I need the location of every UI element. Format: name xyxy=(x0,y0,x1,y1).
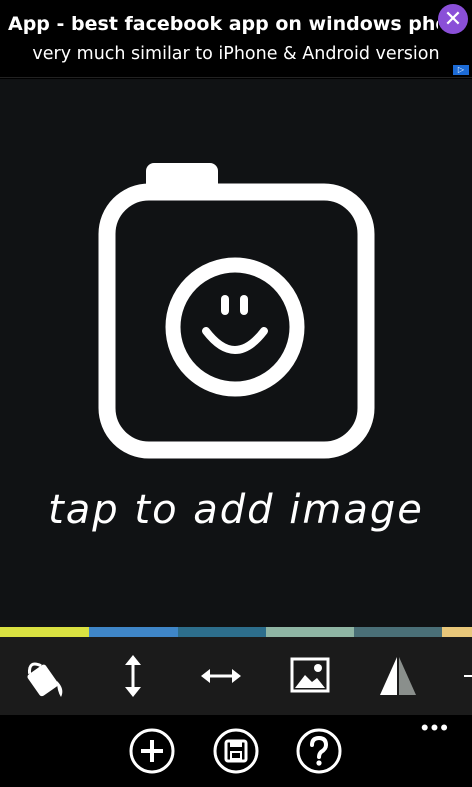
more-options-icon[interactable]: ••• xyxy=(421,717,450,739)
image-icon[interactable] xyxy=(285,651,335,701)
color-palette-strip[interactable] xyxy=(0,627,472,637)
ad-subtitle[interactable]: very much similar to iPhone & Android ve… xyxy=(0,44,472,64)
color-swatch[interactable] xyxy=(442,627,472,637)
vertical-resize-icon[interactable] xyxy=(108,651,158,701)
paint-bucket-icon[interactable] xyxy=(21,651,71,701)
add-icon[interactable] xyxy=(128,727,176,775)
save-icon[interactable] xyxy=(212,727,260,775)
close-icon[interactable]: ✕ xyxy=(438,4,468,34)
ad-banner[interactable]: App - best facebook app on windows phone… xyxy=(0,0,472,78)
color-swatch[interactable] xyxy=(266,627,354,637)
image-canvas[interactable]: tap to add image xyxy=(0,79,472,627)
tap-to-add-image-label[interactable]: tap to add image xyxy=(0,487,472,533)
color-swatch[interactable] xyxy=(0,627,89,637)
ad-choices-icon[interactable]: ▷ xyxy=(453,65,469,75)
horizontal-resize-icon[interactable] xyxy=(196,651,246,701)
more-tools-hint xyxy=(464,675,472,677)
color-swatch[interactable] xyxy=(354,627,442,637)
help-icon[interactable] xyxy=(295,727,343,775)
camera-smiley-icon[interactable] xyxy=(0,79,472,627)
tools-toolbar xyxy=(0,637,472,715)
ad-title[interactable]: App - best facebook app on windows phone… xyxy=(8,13,438,35)
mirror-icon[interactable] xyxy=(373,651,423,701)
color-swatch[interactable] xyxy=(89,627,178,637)
color-swatch[interactable] xyxy=(178,627,266,637)
app-bar: ••• xyxy=(0,715,472,787)
